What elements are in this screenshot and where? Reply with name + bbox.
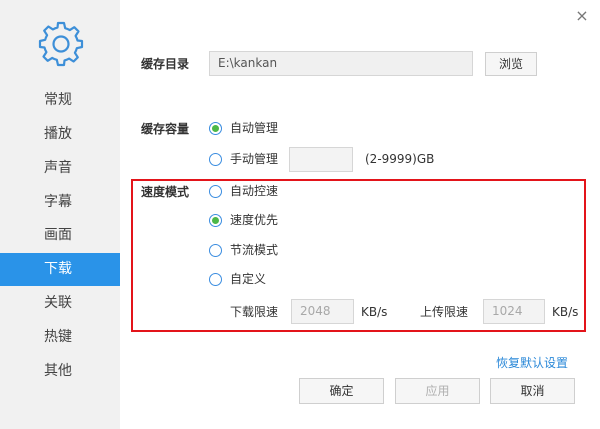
- speed-priority-label: 速度优先: [230, 213, 279, 227]
- cache-size-range: (2-9999)GB: [365, 152, 435, 166]
- speed-custom-label: 自定义: [230, 272, 267, 286]
- gear-icon: [38, 21, 84, 67]
- cache-size-label: 缓存容量: [141, 122, 190, 136]
- sidebar-item-general[interactable]: 常规: [0, 84, 120, 117]
- restore-defaults-link[interactable]: 恢复默认设置: [496, 354, 568, 371]
- download-limit-input[interactable]: 2048: [291, 299, 354, 324]
- cache-size-auto-label: 自动管理: [230, 121, 279, 135]
- sidebar-item-association[interactable]: 关联: [0, 287, 120, 320]
- browse-button[interactable]: 浏览: [485, 52, 537, 76]
- speed-throttle-radio[interactable]: [209, 244, 222, 257]
- sidebar-item-other[interactable]: 其他: [0, 355, 120, 388]
- speed-priority-radio[interactable]: [209, 214, 222, 227]
- download-limit-unit: KB/s: [361, 305, 388, 319]
- cache-dir-label: 缓存目录: [141, 57, 190, 71]
- speed-mode-label: 速度模式: [141, 185, 190, 199]
- sidebar: 常规 播放 声音 字幕 画面 下载 关联 热键 其他: [0, 0, 120, 429]
- close-icon[interactable]: ×: [574, 8, 590, 24]
- speed-throttle-label: 节流模式: [230, 243, 279, 257]
- cache-size-manual-radio[interactable]: [209, 153, 222, 166]
- sidebar-item-sound[interactable]: 声音: [0, 152, 120, 185]
- speed-auto-radio[interactable]: [209, 185, 222, 198]
- speed-auto-label: 自动控速: [230, 184, 279, 198]
- cache-size-auto-radio[interactable]: [209, 122, 222, 135]
- cache-size-manual-input[interactable]: [289, 147, 353, 172]
- sidebar-item-download[interactable]: 下载: [0, 253, 120, 286]
- sidebar-item-hotkeys[interactable]: 热键: [0, 321, 120, 354]
- upload-limit-unit: KB/s: [552, 305, 579, 319]
- upload-limit-label: 上传限速: [420, 305, 469, 319]
- cache-dir-input[interactable]: E:\kankan: [209, 51, 473, 76]
- sidebar-item-picture[interactable]: 画面: [0, 219, 120, 252]
- upload-limit-input[interactable]: 1024: [483, 299, 545, 324]
- sidebar-item-subtitles[interactable]: 字幕: [0, 186, 120, 219]
- sidebar-item-playback[interactable]: 播放: [0, 118, 120, 151]
- cache-size-manual-label: 手动管理: [230, 152, 279, 166]
- speed-custom-radio[interactable]: [209, 273, 222, 286]
- cancel-button[interactable]: 取消: [490, 378, 575, 404]
- apply-button[interactable]: 应用: [395, 378, 480, 404]
- download-limit-label: 下载限速: [230, 305, 279, 319]
- ok-button[interactable]: 确定: [299, 378, 384, 404]
